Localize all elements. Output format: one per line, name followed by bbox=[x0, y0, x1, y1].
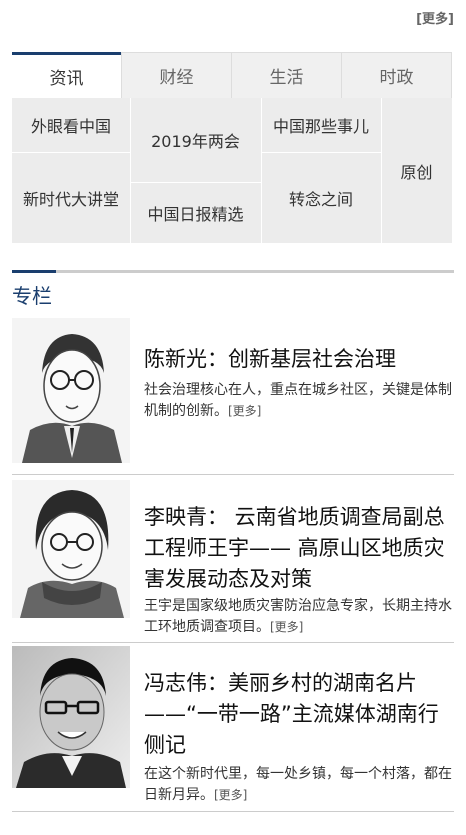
tab-life[interactable]: 生活 bbox=[231, 52, 341, 98]
article-headline[interactable]: 李映青： 云南省地质调查局副总工程师王宇—— 高原山区地质灾害发展动态及对策 bbox=[144, 502, 454, 595]
portrait-sketch-woman[interactable] bbox=[12, 480, 130, 618]
grid-item-zhuannian[interactable]: 转念之间 bbox=[261, 152, 381, 243]
more-link[interactable]: [更多] bbox=[214, 788, 247, 802]
category-grid: 外眼看中国 2019年两会 中国那些事儿 原创 新时代大讲堂 中国日报精选 转念… bbox=[12, 98, 452, 243]
article-item[interactable]: 李映青： 云南省地质调查局副总工程师王宇—— 高原山区地质灾害发展动态及对策 王… bbox=[12, 480, 454, 635]
column-divider bbox=[12, 270, 454, 273]
article-item[interactable]: 陈新光：创新基层社会治理 社会治理核心在人，重点在城乡社区，关键是体制机制的创新… bbox=[12, 318, 454, 463]
divider bbox=[12, 811, 454, 812]
tab-politics[interactable]: 时政 bbox=[341, 52, 452, 98]
column-title: 专栏 bbox=[12, 284, 52, 308]
article-headline[interactable]: 陈新光：创新基层社会治理 bbox=[144, 344, 454, 375]
article-summary: 社会治理核心在人，重点在城乡社区，关键是体制机制的创新。[更多] bbox=[144, 382, 452, 419]
tab-news[interactable]: 资讯 bbox=[12, 52, 121, 98]
grid-item-yuanchuang[interactable]: 原创 bbox=[381, 98, 452, 243]
more-link-top[interactable]: [更多] bbox=[416, 8, 454, 27]
more-link[interactable]: [更多] bbox=[270, 620, 303, 634]
tab-bar: 资讯 财经 生活 时政 bbox=[12, 52, 452, 98]
more-link[interactable]: [更多] bbox=[228, 404, 261, 418]
article-summary: 王宇是国家级地质灾害防治应急专家，长期主持水工环地质调查项目。[更多] bbox=[144, 598, 452, 635]
divider bbox=[12, 474, 454, 475]
column-divider-accent bbox=[12, 270, 56, 273]
grid-item-lianghui[interactable]: 2019年两会 bbox=[130, 98, 261, 182]
portrait-sketch-man-glasses[interactable] bbox=[12, 318, 130, 463]
grid-item-waiyan[interactable]: 外眼看中国 bbox=[12, 98, 130, 152]
tab-finance[interactable]: 财经 bbox=[121, 52, 231, 98]
article-item[interactable]: 冯志伟：美丽乡村的湖南名片 ——“一带一路”主流媒体湖南行侧记 在这个新时代里，… bbox=[12, 646, 454, 806]
article-summary: 在这个新时代里，每一处乡镇，每一个村落，都在日新月异。[更多] bbox=[144, 766, 452, 803]
article-headline[interactable]: 冯志伟：美丽乡村的湖南名片 ——“一带一路”主流媒体湖南行侧记 bbox=[144, 668, 454, 761]
grid-item-naxie[interactable]: 中国那些事儿 bbox=[261, 98, 381, 152]
portrait-bw-photo-man[interactable] bbox=[12, 646, 130, 788]
divider bbox=[12, 642, 454, 643]
grid-item-xinshidai[interactable]: 新时代大讲堂 bbox=[12, 152, 130, 243]
grid-item-jingxuan[interactable]: 中国日报精选 bbox=[130, 182, 261, 243]
